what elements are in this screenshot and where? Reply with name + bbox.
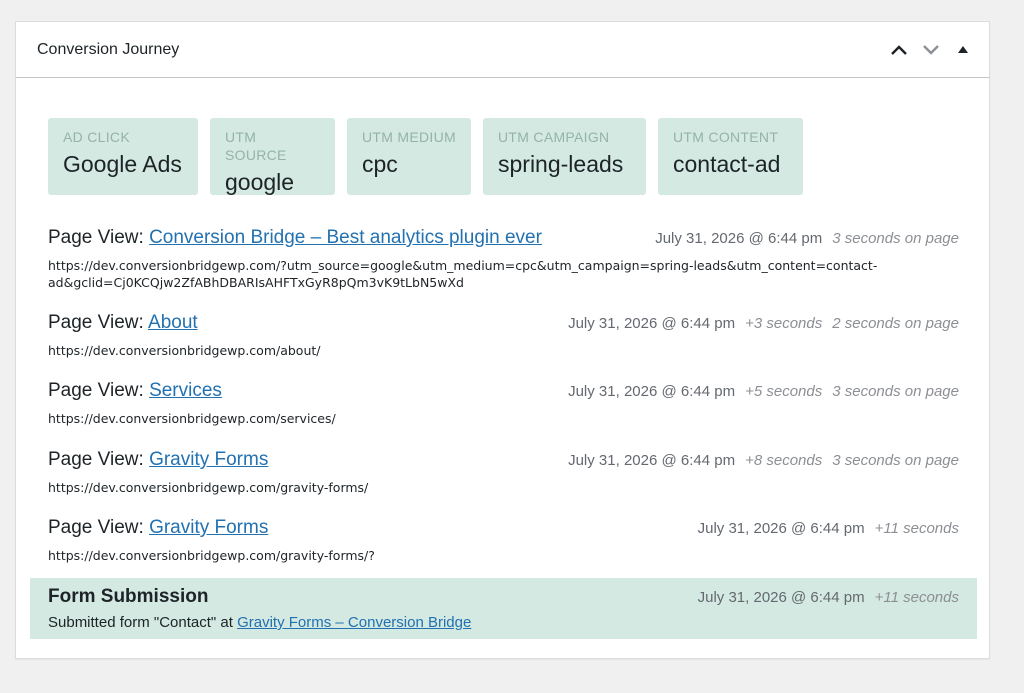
time-on-page: 3 seconds on page <box>832 230 959 247</box>
tag-label: UTM SOURCE <box>225 129 287 163</box>
tag-value: spring-leads <box>498 151 624 177</box>
tag-ad-click: AD CLICK Google Ads <box>48 118 198 195</box>
page-view-url: https://dev.conversionbridgewp.com/gravi… <box>48 548 375 563</box>
page-view-row: Page View: Gravity Forms July 31, 2026 @… <box>48 449 959 496</box>
time-on-page: 3 seconds on page <box>832 452 959 469</box>
time-offset: +11 seconds <box>874 520 959 537</box>
timestamp: July 31, 2026 @ 6:44 pm <box>568 452 736 469</box>
submission-meta: July 31, 2026 @ 6:44 pm +11 seconds <box>698 589 959 606</box>
panel-controls <box>885 36 977 64</box>
page-view-meta: July 31, 2026 @ 6:44 pm +8 seconds 3 secon… <box>568 452 959 469</box>
submission-description: Submitted form "Contact" at Gravity Form… <box>48 614 959 631</box>
submission-text: Submitted form "Contact" at <box>48 614 233 631</box>
tag-label: UTM MEDIUM <box>362 129 456 145</box>
triangle-up-icon <box>958 45 968 53</box>
page-view-title: Page View: Conversion Bridge – Best anal… <box>48 227 542 249</box>
page-view-prefix: Page View: <box>48 227 144 248</box>
page-view-link[interactable]: Gravity Forms <box>149 517 268 538</box>
timestamp: July 31, 2026 @ 6:44 pm <box>568 315 736 332</box>
page-view-link[interactable]: Gravity Forms <box>149 449 268 470</box>
tag-utm-content: UTM CONTENT contact-ad <box>658 118 803 195</box>
submission-page-link[interactable]: Gravity Forms – Conversion Bridge <box>237 614 471 631</box>
page-view-title: Page View: Gravity Forms <box>48 517 268 539</box>
timestamp: July 31, 2026 @ 6:44 pm <box>655 230 823 247</box>
page-view-title: Page View: About <box>48 312 198 334</box>
conversion-journey-panel: Conversion Journey AD CLICK Google Ads U… <box>15 21 990 659</box>
page-view-title: Page View: Gravity Forms <box>48 449 268 471</box>
time-on-page: 2 seconds on page <box>832 315 959 332</box>
tag-value: google <box>225 169 295 195</box>
time-offset: +5 seconds <box>745 383 823 400</box>
time-offset: +8 seconds <box>745 452 823 469</box>
time-offset: +11 seconds <box>874 589 959 606</box>
page-view-row: Page View: Gravity Forms July 31, 2026 @… <box>48 517 959 564</box>
page-view-prefix: Page View: <box>48 380 144 401</box>
toggle-panel-button[interactable] <box>949 36 977 64</box>
tag-label: AD CLICK <box>63 129 130 145</box>
move-down-button[interactable] <box>917 36 945 64</box>
tag-value: contact-ad <box>673 151 781 177</box>
move-up-button[interactable] <box>885 36 913 64</box>
chevron-up-icon <box>891 44 907 55</box>
page-view-prefix: Page View: <box>48 449 144 470</box>
page-view-row: Page View: Services July 31, 2026 @ 6:44… <box>48 380 959 427</box>
page-view-link[interactable]: About <box>148 312 198 333</box>
chevron-down-icon <box>923 44 939 55</box>
timestamp: July 31, 2026 @ 6:44 pm <box>568 383 736 400</box>
time-offset: +3 seconds <box>745 315 823 332</box>
page-view-title: Page View: Services <box>48 380 222 402</box>
tag-value: cpc <box>362 151 398 177</box>
page-view-row: Page View: About July 31, 2026 @ 6:44 pm… <box>48 312 959 359</box>
page-view-meta: July 31, 2026 @ 6:44 pm +5 seconds 3 secon… <box>568 383 959 400</box>
tag-utm-medium: UTM MEDIUM cpc <box>347 118 471 195</box>
tag-value: Google Ads <box>63 151 182 177</box>
page-view-link[interactable]: Services <box>149 380 222 401</box>
panel-title: Conversion Journey <box>37 40 180 58</box>
form-submission-row: Form Submission July 31, 2026 @ 6:44 pm +… <box>30 578 977 639</box>
page-view-meta: July 31, 2026 @ 6:44 pm +3 seconds 2 secon… <box>568 315 959 332</box>
tag-utm-source: UTM SOURCE google <box>210 118 335 195</box>
form-submission-title: Form Submission <box>48 586 209 607</box>
page-view-prefix: Page View: <box>48 312 144 333</box>
page-view-url: https://dev.conversionbridgewp.com/about… <box>48 343 321 358</box>
page-view-url: https://dev.conversionbridgewp.com/servi… <box>48 411 336 426</box>
panel-header: Conversion Journey <box>16 22 989 78</box>
timestamp: July 31, 2026 @ 6:44 pm <box>697 520 865 537</box>
page-view-url: https://dev.conversionbridgewp.com/?utm_… <box>48 258 878 290</box>
page-view-row: Page View: Conversion Bridge – Best anal… <box>48 227 959 291</box>
page-view-prefix: Page View: <box>48 517 144 538</box>
tag-label: UTM CAMPAIGN <box>498 129 610 145</box>
time-on-page: 3 seconds on page <box>832 383 959 400</box>
timestamp: July 31, 2026 @ 6:44 pm <box>697 589 865 606</box>
page-view-meta: July 31, 2026 @ 6:44 pm +11 seconds <box>698 520 959 537</box>
page-view-link[interactable]: Conversion Bridge – Best analytics plugi… <box>149 227 542 248</box>
tag-utm-campaign: UTM CAMPAIGN spring-leads <box>483 118 646 195</box>
utm-tags: AD CLICK Google Ads UTM SOURCE google UT… <box>48 118 803 195</box>
page-view-meta: July 31, 2026 @ 6:44 pm 3 seconds on page <box>655 230 959 247</box>
tag-label: UTM CONTENT <box>673 129 779 145</box>
page-view-url: https://dev.conversionbridgewp.com/gravi… <box>48 480 369 495</box>
